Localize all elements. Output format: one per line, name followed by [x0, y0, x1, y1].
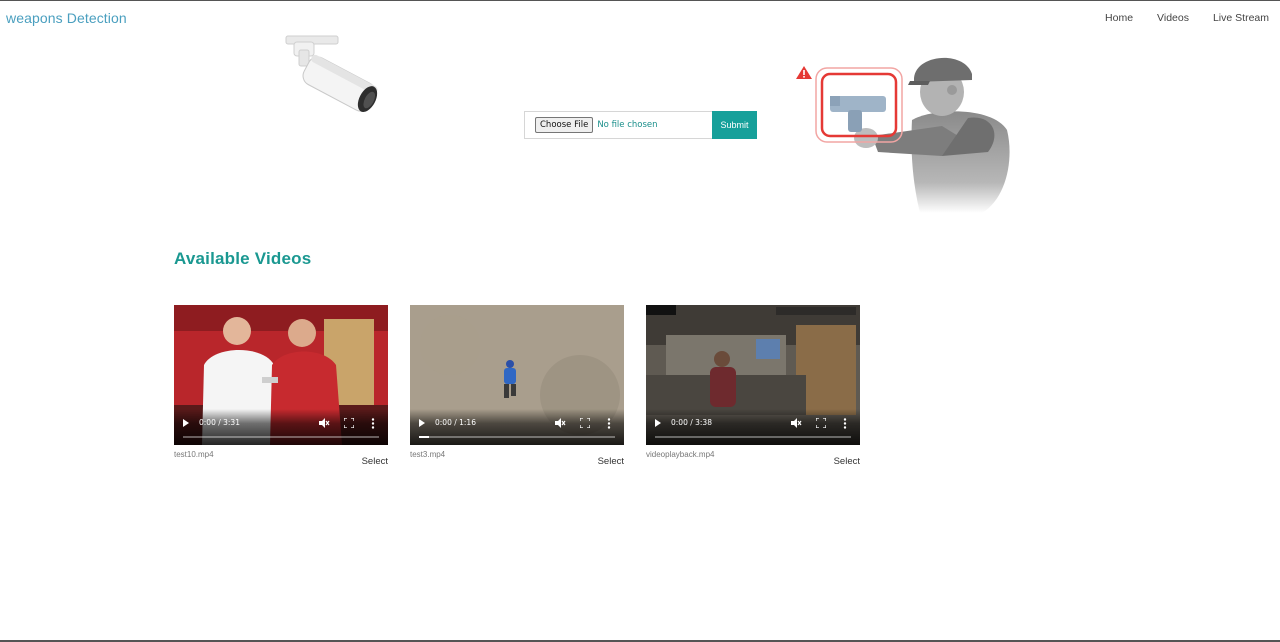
video-card: 0:00 / 3:38 videoplayback.mp4 Select	[646, 305, 860, 469]
submit-button[interactable]: Submit	[712, 111, 757, 139]
more-options-icon[interactable]	[843, 418, 847, 429]
video-filename: test3.mp4	[410, 450, 446, 459]
play-icon[interactable]	[655, 419, 661, 427]
video-player[interactable]: 0:00 / 3:31	[174, 305, 388, 445]
video-time: 0:00 / 1:16	[435, 418, 476, 427]
nav-home[interactable]: Home	[1105, 12, 1133, 24]
main-nav: Home Videos Live Stream	[1105, 12, 1269, 24]
video-progress-bar[interactable]	[183, 436, 379, 438]
file-input[interactable]: Choose File No file chosen	[524, 111, 712, 139]
fullscreen-icon[interactable]	[580, 418, 590, 428]
video-controls: 0:00 / 3:31	[174, 409, 388, 445]
video-time: 0:00 / 3:38	[671, 418, 712, 427]
video-player[interactable]: 0:00 / 1:16	[410, 305, 624, 445]
video-progress-bar[interactable]	[655, 436, 851, 438]
choose-file-button[interactable]: Choose File	[535, 117, 594, 133]
mute-icon[interactable]	[790, 417, 802, 429]
armed-person-illustration	[796, 57, 1010, 213]
brand-link[interactable]: weapons Detection	[6, 10, 127, 26]
video-card: 0:00 / 1:16 test3.mp4 Select	[410, 305, 624, 469]
select-video-button[interactable]: Select	[834, 456, 860, 467]
video-controls: 0:00 / 3:38	[646, 409, 860, 445]
upload-form: Choose File No file chosen Submit	[524, 111, 757, 139]
mute-icon[interactable]	[554, 417, 566, 429]
more-options-icon[interactable]	[607, 418, 611, 429]
video-controls: 0:00 / 1:16	[410, 409, 624, 445]
play-icon[interactable]	[419, 419, 425, 427]
video-filename: test10.mp4	[174, 450, 214, 459]
nav-live-stream[interactable]: Live Stream	[1213, 12, 1269, 24]
video-card: 0:00 / 3:31 test10.mp4 Select	[174, 305, 388, 469]
security-camera-illustration	[285, 35, 378, 112]
select-video-button[interactable]: Select	[598, 456, 624, 467]
fullscreen-icon[interactable]	[816, 418, 826, 428]
video-player[interactable]: 0:00 / 3:38	[646, 305, 860, 445]
more-options-icon[interactable]	[371, 418, 375, 429]
file-status: No file chosen	[597, 120, 658, 130]
available-videos-heading: Available Videos	[174, 249, 312, 268]
nav-videos[interactable]: Videos	[1157, 12, 1189, 24]
progress-fill	[419, 436, 429, 438]
play-icon[interactable]	[183, 419, 189, 427]
video-time: 0:00 / 3:31	[199, 418, 240, 427]
mute-icon[interactable]	[318, 417, 330, 429]
video-progress-bar[interactable]	[419, 436, 615, 438]
fullscreen-icon[interactable]	[344, 418, 354, 428]
select-video-button[interactable]: Select	[362, 456, 388, 467]
video-filename: videoplayback.mp4	[646, 450, 715, 459]
